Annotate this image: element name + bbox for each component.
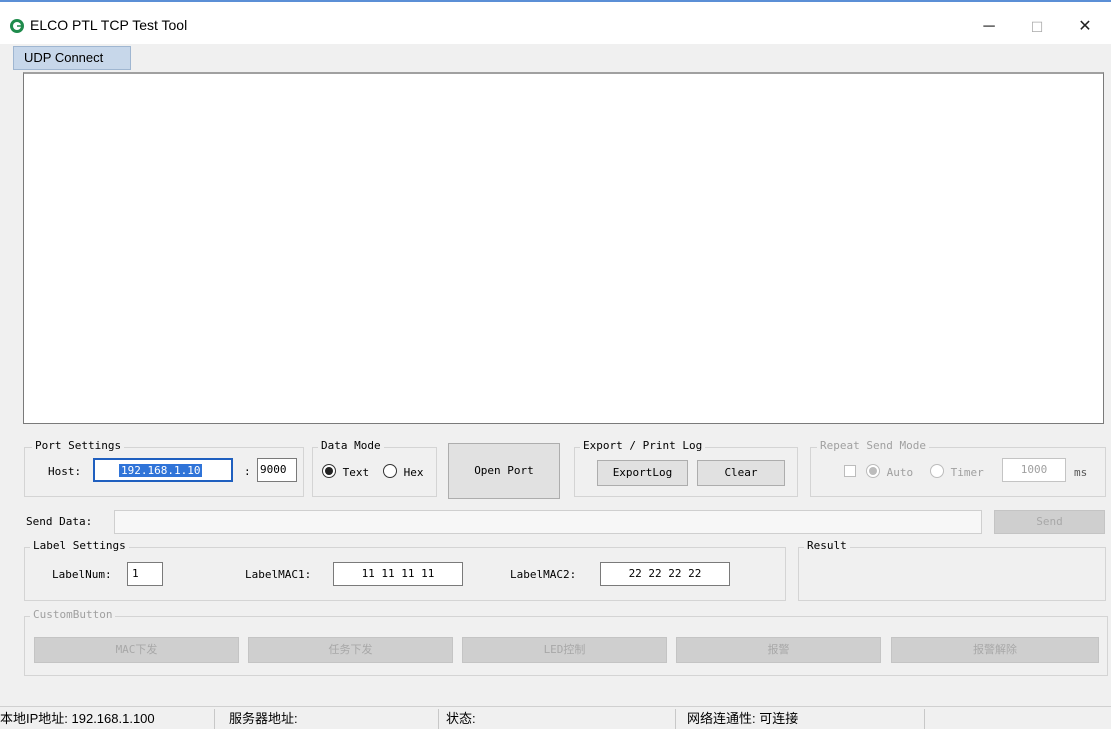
clear-button[interactable]: Clear bbox=[697, 460, 785, 486]
repeat-send-checkbox[interactable] bbox=[844, 465, 856, 477]
port-settings-title: Port Settings bbox=[32, 439, 125, 452]
status-state: 状态: bbox=[446, 709, 676, 729]
port-input[interactable]: 9000 bbox=[257, 458, 297, 482]
send-data-input[interactable] bbox=[114, 510, 982, 534]
export-log-title: Export / Print Log bbox=[580, 439, 706, 452]
label-mac2-input[interactable]: 22 22 22 22 bbox=[600, 562, 730, 586]
send-button[interactable]: Send bbox=[994, 510, 1105, 534]
host-input[interactable]: 192.168.1.10 bbox=[93, 458, 233, 482]
status-local-ip: 本地IP地址: 192.168.1.100 bbox=[0, 709, 215, 729]
label-mac1-input[interactable]: 11 11 11 11 bbox=[333, 562, 463, 586]
export-log-button[interactable]: ExportLog bbox=[597, 460, 688, 486]
custom-button-task[interactable]: 任务下发 bbox=[248, 637, 453, 663]
custom-button-led[interactable]: LED控制 bbox=[462, 637, 667, 663]
label-mac1-label: LabelMAC1: bbox=[245, 568, 312, 581]
custom-button-alarm-clear[interactable]: 报警解除 bbox=[891, 637, 1099, 663]
custom-button-title: CustomButton bbox=[30, 608, 116, 621]
port-colon: : bbox=[244, 465, 251, 478]
radio-timer[interactable]: Timer bbox=[930, 464, 984, 479]
app-logo-icon bbox=[10, 19, 24, 33]
status-network: 网络连通性: 可连接 bbox=[687, 709, 925, 729]
tab-udp-connect[interactable]: UDP Connect bbox=[13, 46, 131, 70]
minimize-button[interactable]: ─ bbox=[966, 12, 1012, 42]
label-settings-title: Label Settings bbox=[30, 539, 129, 552]
host-label: Host: bbox=[48, 465, 82, 478]
send-data-label: Send Data: bbox=[26, 515, 93, 528]
radio-text[interactable]: Text bbox=[322, 464, 369, 479]
data-mode-title: Data Mode bbox=[318, 439, 384, 452]
log-textarea[interactable] bbox=[23, 72, 1104, 424]
radio-text-indicator bbox=[322, 464, 336, 478]
radio-auto[interactable]: Auto bbox=[866, 464, 913, 479]
radio-text-label: Text bbox=[342, 466, 370, 479]
label-num-label: LabelNum: bbox=[52, 568, 112, 581]
repeat-send-title: Repeat Send Mode bbox=[817, 439, 929, 452]
result-title: Result bbox=[804, 539, 850, 552]
open-port-button[interactable]: Open Port bbox=[448, 443, 560, 499]
label-num-input[interactable]: 1 bbox=[127, 562, 163, 586]
close-button[interactable]: ✕ bbox=[1062, 12, 1108, 42]
window-title: ELCO PTL TCP Test Tool bbox=[30, 17, 188, 33]
custom-button-alarm[interactable]: 报警 bbox=[676, 637, 881, 663]
radio-hex-label: Hex bbox=[403, 466, 424, 479]
result-group bbox=[798, 547, 1106, 601]
radio-auto-indicator bbox=[866, 464, 880, 478]
status-server-address: 服务器地址: bbox=[229, 709, 439, 729]
host-input-value: 192.168.1.10 bbox=[119, 464, 203, 477]
radio-timer-label: Timer bbox=[950, 466, 984, 479]
radio-timer-indicator bbox=[930, 464, 944, 478]
radio-hex-indicator bbox=[383, 464, 397, 478]
label-mac2-label: LabelMAC2: bbox=[510, 568, 577, 581]
custom-button-mac[interactable]: MAC下发 bbox=[34, 637, 239, 663]
radio-hex[interactable]: Hex bbox=[383, 464, 424, 479]
radio-auto-label: Auto bbox=[886, 466, 914, 479]
interval-input[interactable]: 1000 bbox=[1002, 458, 1066, 482]
interval-unit: ms bbox=[1074, 466, 1088, 479]
maximize-button[interactable]: ☐ bbox=[1014, 12, 1060, 42]
